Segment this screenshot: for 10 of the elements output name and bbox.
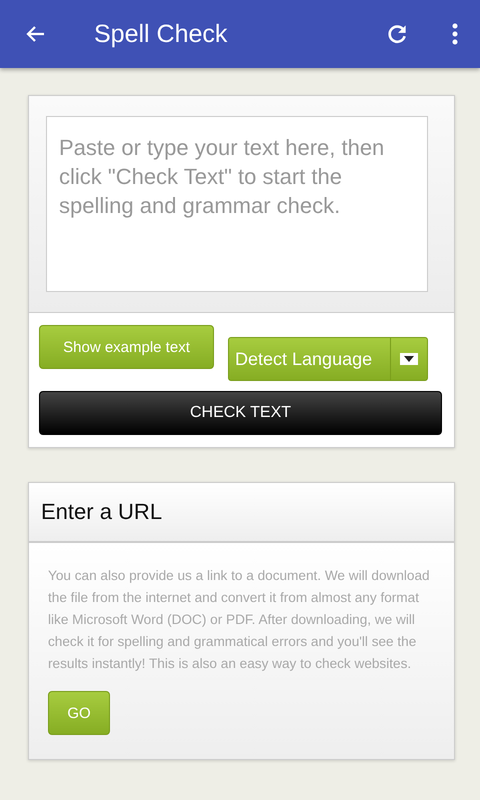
check-text-button[interactable]: CHECK TEXT [39,391,442,435]
text-input-field[interactable]: Paste or type your text here, then click "Check Text" to start the spelling and grammar check. [46,116,428,292]
screen-title: Spell Check [94,20,228,48]
caret-icon [400,353,418,365]
go-button[interactable]: GO [48,691,110,735]
language-dropdown[interactable]: Detect Language [228,337,428,381]
section-title: Enter a URL [29,483,454,543]
show-example-button[interactable]: Show example text [39,325,214,369]
more-icon[interactable] [452,22,458,46]
description-text: You can also provide us a link to a document. We will download the file from the internet and convert it from almost any format like Microsoft Word (DOC) or PDF. After downloading, we will check it for spelling and grammatical errors and you'll see the results instantly! This is also an easy way to check websites. [48,567,431,673]
